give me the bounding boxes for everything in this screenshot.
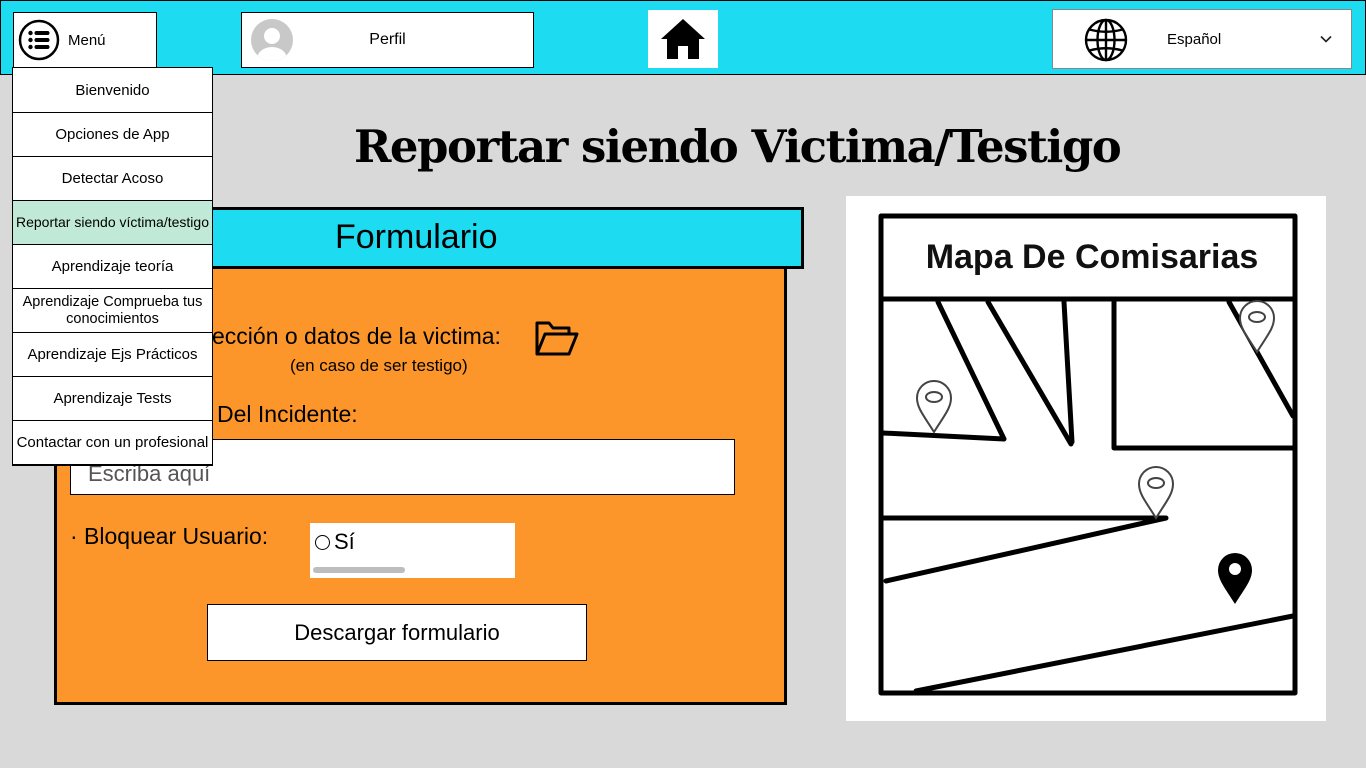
menu-item-aprendizaje-teoria[interactable]: Aprendizaje teoría bbox=[13, 244, 212, 289]
menu-button[interactable]: Menú bbox=[13, 12, 157, 68]
form-header: Formulario bbox=[200, 207, 804, 269]
page-title: Reportar siendo Victima/Testigo bbox=[354, 120, 1122, 173]
police-stations-map[interactable]: Mapa De Comisarias bbox=[846, 196, 1326, 721]
options-scrollbar[interactable] bbox=[313, 567, 405, 573]
menu-item-detectar-acoso[interactable]: Detectar Acoso bbox=[13, 156, 212, 201]
menu-item-aprendizaje-comprueba[interactable]: Aprendizaje Comprueba tus conocimientos bbox=[13, 288, 212, 333]
current-location-pin-icon[interactable] bbox=[1218, 553, 1252, 604]
home-button[interactable] bbox=[648, 10, 718, 68]
list-icon bbox=[18, 19, 60, 61]
map-drawing: Mapa De Comisarias bbox=[878, 213, 1298, 696]
incident-label: Del Incidente: bbox=[217, 401, 358, 427]
menu-item-opciones-app[interactable]: Opciones de App bbox=[13, 112, 212, 157]
menu-label: Menú bbox=[68, 31, 106, 49]
menu-dropdown: Bienvenido Opciones de App Detectar Acos… bbox=[12, 67, 213, 466]
form-header-label: Formulario bbox=[335, 218, 498, 256]
menu-item-aprendizaje-ejs[interactable]: Aprendizaje Ejs Prácticos bbox=[13, 332, 212, 377]
menu-item-bienvenido[interactable]: Bienvenido bbox=[13, 68, 212, 113]
block-user-label: · Bloquear Usuario: bbox=[70, 523, 269, 549]
block-user-options: Sí bbox=[310, 523, 515, 578]
menu-item-reportar[interactable]: Reportar siendo víctima/testigo bbox=[13, 200, 212, 245]
block-user-radio-yes[interactable]: Sí bbox=[315, 529, 355, 555]
globe-icon bbox=[1084, 18, 1128, 62]
download-form-button[interactable]: Descargar formulario bbox=[207, 604, 587, 661]
menu-item-contactar-profesional[interactable]: Contactar con un profesional bbox=[13, 420, 212, 465]
direction-label: ección o datos de la victima: bbox=[212, 323, 501, 349]
top-bar: Menú Perfil Español bbox=[0, 0, 1366, 75]
home-icon bbox=[661, 19, 705, 59]
radio-circle-icon bbox=[315, 534, 330, 550]
folder-icon[interactable] bbox=[534, 318, 580, 358]
map-pin-icon[interactable] bbox=[915, 380, 953, 434]
direction-note: (en caso de ser testigo) bbox=[290, 356, 468, 375]
language-select[interactable]: Español bbox=[1052, 9, 1352, 69]
menu-item-aprendizaje-tests[interactable]: Aprendizaje Tests bbox=[13, 376, 212, 421]
language-label: Español bbox=[1167, 31, 1222, 48]
map-pin-icon[interactable] bbox=[1137, 466, 1175, 520]
profile-label: Perfil bbox=[369, 31, 406, 48]
map-pin-icon[interactable] bbox=[1238, 300, 1276, 354]
map-title: Mapa De Comisarias bbox=[926, 238, 1259, 276]
block-user-option-label: Sí bbox=[334, 529, 355, 554]
profile-button[interactable]: Perfil bbox=[241, 12, 534, 68]
chevron-down-icon bbox=[1320, 35, 1332, 43]
